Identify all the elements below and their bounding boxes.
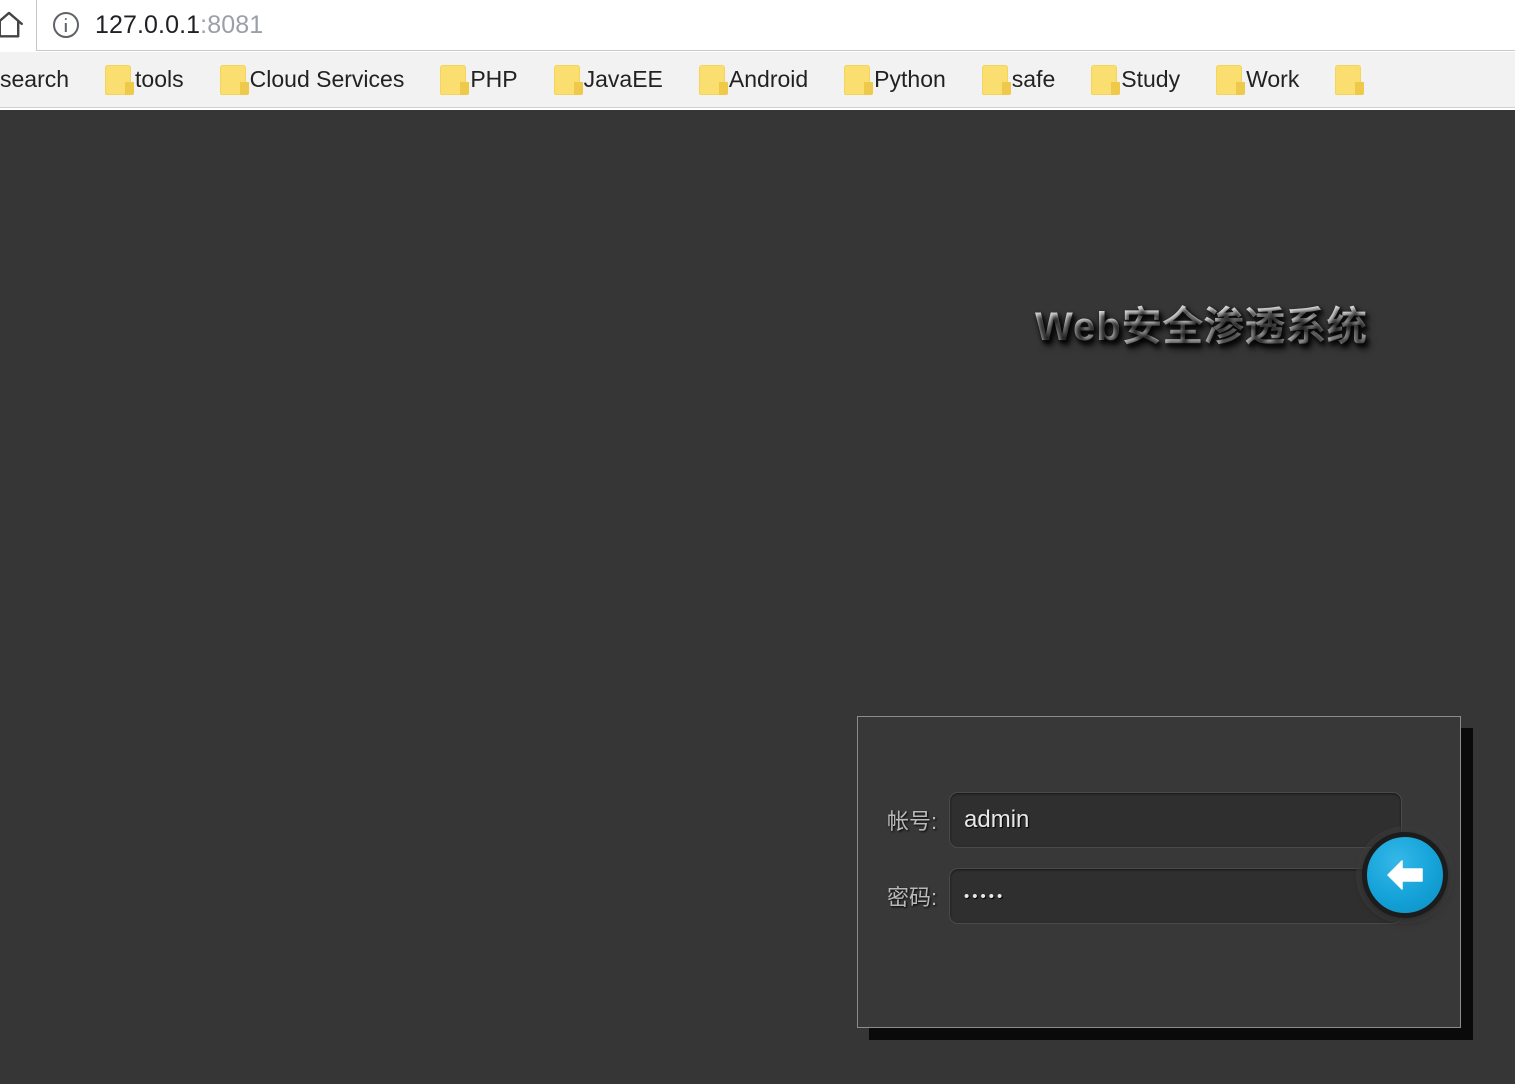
bookmark-item-javaee[interactable]: JavaEE [538, 60, 683, 100]
folder-icon [844, 64, 874, 95]
folder-icon [219, 64, 249, 95]
bookmark-item-search[interactable]: search [0, 60, 89, 100]
login-form: 帐号: 密码: [857, 716, 1473, 1040]
bookmark-item-php[interactable]: PHP [424, 60, 537, 100]
username-input[interactable] [949, 792, 1402, 848]
folder-icon [1091, 64, 1121, 95]
folder-icon [105, 64, 135, 95]
browser-toolbar: 127.0.0.1:8081 [0, 0, 1515, 52]
bookmark-label: search [0, 66, 70, 92]
browser-chrome: 127.0.0.1:8081 search tools Cloud Servic… [0, 0, 1515, 110]
username-label: 帐号: [887, 809, 938, 834]
password-input[interactable] [949, 868, 1402, 924]
bookmark-label: safe [1011, 66, 1056, 92]
password-label: 密码: [887, 885, 938, 910]
folder-icon [440, 64, 470, 95]
username-row: 帐号: [887, 792, 1402, 848]
bookmark-label: Android [728, 66, 809, 92]
bookmark-label: PHP [470, 66, 518, 92]
folder-icon [553, 64, 583, 95]
page-content: Web安全渗透系统 帐号: 密码: [0, 110, 1515, 1084]
folder-icon [1335, 64, 1365, 95]
url-host: 127.0.0.1 [95, 10, 201, 39]
url-port: :8081 [200, 10, 264, 39]
bookmark-item-overflow[interactable] [1319, 60, 1385, 100]
bookmark-item-safe[interactable]: safe [966, 60, 1075, 100]
bookmark-label: Cloud Services [249, 66, 405, 92]
folder-icon [1216, 64, 1246, 95]
bookmark-label: tools [135, 66, 184, 92]
bookmark-label: Study [1121, 66, 1181, 92]
bookmark-item-python[interactable]: Python [828, 60, 966, 100]
login-panel: 帐号: 密码: [857, 716, 1461, 1028]
login-submit-button[interactable] [1362, 832, 1448, 918]
bookmark-label: JavaEE [583, 66, 663, 92]
bookmark-item-cloud-services[interactable]: Cloud Services [204, 60, 425, 100]
page-title: Web安全渗透系统 [1035, 294, 1368, 352]
password-row: 密码: [887, 868, 1402, 924]
home-icon[interactable] [0, 4, 30, 46]
bookmark-item-tools[interactable]: tools [89, 60, 204, 100]
bookmark-item-android[interactable]: Android [683, 60, 828, 100]
folder-icon [698, 64, 728, 95]
bookmark-label: Python [874, 66, 946, 92]
bookmarks-bar: search tools Cloud Services PHP JavaEE A… [0, 52, 1515, 108]
site-info-icon[interactable] [53, 12, 79, 38]
bookmark-label: Work [1246, 66, 1300, 92]
address-bar[interactable]: 127.0.0.1:8081 [36, 0, 1515, 51]
bookmark-item-work[interactable]: Work [1200, 60, 1319, 100]
arrow-left-icon [1387, 860, 1423, 890]
folder-icon [981, 64, 1011, 95]
bookmark-item-study[interactable]: Study [1075, 60, 1200, 100]
address-bar-text: 127.0.0.1:8081 [95, 11, 263, 40]
